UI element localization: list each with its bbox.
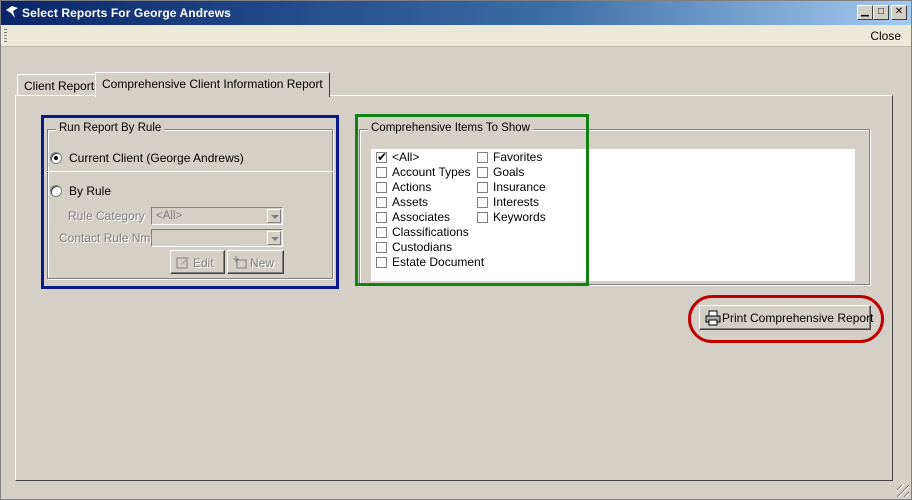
by-rule-label[interactable]: By Rule [69, 184, 111, 198]
minimize-icon: ▁ [861, 6, 869, 17]
radio-selected-dot [54, 156, 58, 160]
report-window: Select Reports For George Andrews ▁ □ ✕ … [0, 0, 912, 500]
resize-grip-icon[interactable] [897, 485, 909, 497]
item-checkbox-all[interactable]: ✔ [376, 150, 388, 164]
minimize-button[interactable]: ▁ [857, 5, 873, 20]
toolbar: Close [1, 25, 911, 47]
item-label[interactable]: Custodians [392, 240, 452, 254]
item-label[interactable]: <All> [392, 150, 419, 164]
print-button-label: Print Comprehensive Report [722, 311, 874, 325]
item-checkbox-associates[interactable] [376, 212, 387, 223]
item-checkbox-actions[interactable] [376, 182, 387, 193]
run-rule-legend: Run Report By Rule [56, 122, 165, 134]
item-label[interactable]: Insurance [493, 180, 546, 194]
contact-rule-select[interactable] [151, 229, 283, 247]
item-label[interactable]: Assets [392, 195, 428, 209]
item-checkbox-estate-document[interactable] [376, 257, 387, 268]
item-checkbox-account-types[interactable] [376, 167, 387, 178]
item-label[interactable]: Account Types [392, 165, 471, 179]
item-checkbox-insurance[interactable] [477, 182, 488, 193]
comprehensive-items-legend: Comprehensive Items To Show [368, 122, 533, 134]
item-checkbox-keywords[interactable] [477, 212, 488, 223]
item-checkbox-assets[interactable] [376, 197, 387, 208]
item-label[interactable]: Goals [493, 165, 524, 179]
window-title: Select Reports For George Andrews [22, 6, 231, 20]
rule-category-label: Rule Category [68, 209, 145, 223]
new-label: New [250, 256, 275, 270]
close-menu-button[interactable]: Close [870, 29, 901, 43]
checkmark-icon: ✔ [377, 150, 388, 164]
app-logo-icon [6, 6, 18, 18]
item-checkbox-goals[interactable] [477, 167, 488, 178]
item-label[interactable]: Actions [392, 180, 431, 194]
chevron-down-icon[interactable] [267, 231, 281, 245]
print-comprehensive-report-button[interactable]: Print Comprehensive Report [699, 305, 874, 330]
item-label[interactable]: Estate Document [392, 255, 484, 269]
divider [47, 171, 333, 172]
maximize-icon: □ [877, 6, 885, 17]
current-client-radio[interactable] [50, 152, 62, 164]
close-icon: ✕ [894, 6, 904, 17]
edit-icon [176, 257, 189, 269]
current-client-label[interactable]: Current Client (George Andrews) [69, 151, 244, 165]
item-label[interactable]: Associates [392, 210, 450, 224]
title-bar[interactable]: Select Reports For George Andrews ▁ □ ✕ [1, 1, 911, 25]
tab-comprehensive-report[interactable]: Comprehensive Client Information Report [95, 72, 330, 97]
item-checkbox-favorites[interactable] [477, 152, 488, 163]
item-label[interactable]: Classifications [392, 225, 469, 239]
item-checkbox-interests[interactable] [477, 197, 488, 208]
close-window-button[interactable]: ✕ [891, 5, 907, 20]
chevron-down-icon[interactable] [267, 209, 281, 223]
new-icon [233, 256, 247, 269]
new-button[interactable]: New [227, 250, 284, 274]
tab-client-reports[interactable]: Client Reports [17, 74, 108, 96]
rule-category-select[interactable]: <All> [151, 207, 283, 225]
item-label[interactable]: Favorites [493, 150, 542, 164]
items-checklist[interactable]: ✔ <All> Account Types Actions Assets Ass… [371, 149, 855, 281]
item-label[interactable]: Keywords [493, 210, 546, 224]
maximize-button[interactable]: □ [873, 5, 889, 20]
contact-rule-label: Contact Rule Nm. [59, 231, 154, 245]
edit-button[interactable]: Edit [170, 250, 225, 274]
edit-label: Edit [193, 256, 214, 270]
rule-category-value: <All> [156, 210, 183, 222]
item-checkbox-custodians[interactable] [376, 242, 387, 253]
printer-icon [705, 310, 721, 326]
toolbar-grip-icon[interactable] [4, 29, 7, 43]
by-rule-radio[interactable] [50, 185, 62, 197]
item-label[interactable]: Interests [493, 195, 539, 209]
item-checkbox-classifications[interactable] [376, 227, 387, 238]
